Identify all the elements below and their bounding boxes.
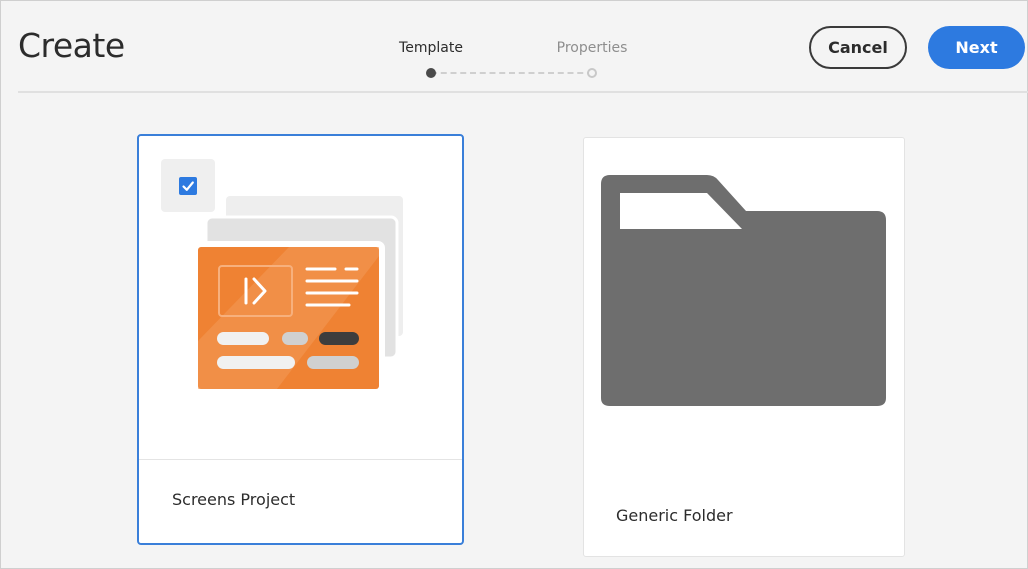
folder-icon <box>601 175 886 406</box>
step-template-label: Template <box>399 40 463 56</box>
template-card-generic-folder[interactable]: Generic Folder <box>583 137 905 557</box>
header-divider <box>18 91 1028 93</box>
template-label: Generic Folder <box>616 506 733 525</box>
selection-checkbox-area[interactable] <box>161 159 215 212</box>
card-divider <box>139 459 462 460</box>
selection-checkbox[interactable] <box>179 177 197 195</box>
cancel-button[interactable]: Cancel <box>809 26 907 69</box>
next-button[interactable]: Next <box>928 26 1025 69</box>
step-template-indicator <box>426 68 436 78</box>
checkmark-icon <box>182 181 194 191</box>
step-properties-indicator <box>587 68 597 78</box>
step-track <box>431 72 593 74</box>
step-properties-label: Properties <box>556 40 628 56</box>
template-card-screens-project[interactable]: Screens Project <box>137 134 464 545</box>
page-title: Create <box>18 26 125 65</box>
wizard-stepper: Template Properties <box>380 38 660 82</box>
template-label: Screens Project <box>172 490 296 509</box>
